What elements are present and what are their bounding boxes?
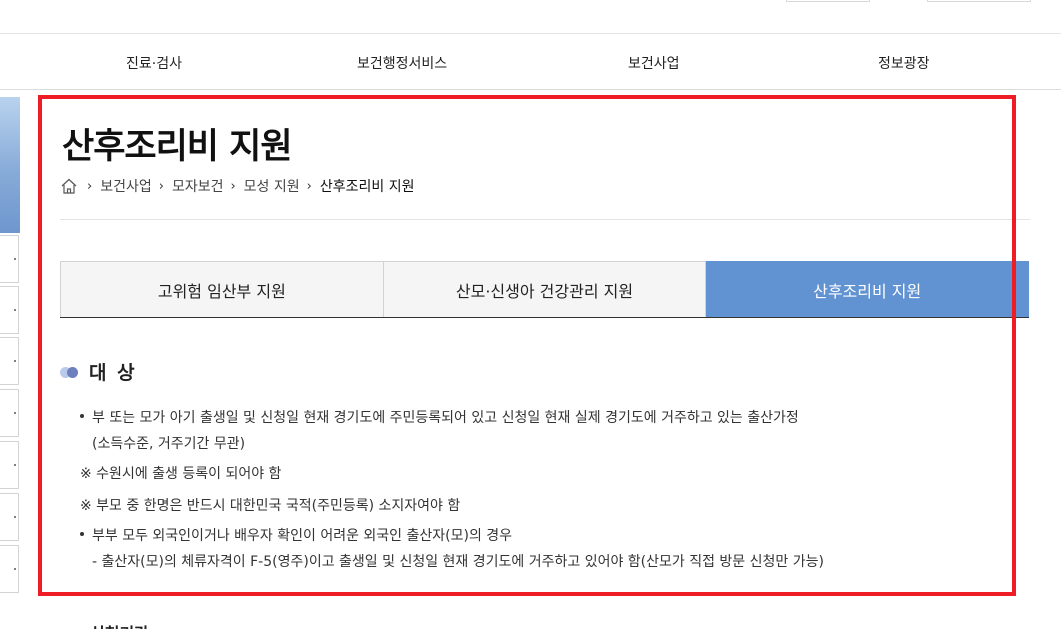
breadcrumb-item-health-project[interactable]: 보건사업 [100,176,152,196]
sidebar-quick-button[interactable] [0,235,19,283]
gnb-item-admin-service[interactable]: 보건행정서비스 [357,34,447,90]
section-title: 대 상 [89,362,137,384]
eligibility-item: 부부 모두 외국인이거나 배우자 확인이 어려운 외국인 출산자(모)의 경우 [79,525,512,545]
breadcrumb-item-maternal-health[interactable]: 모자보건 [172,176,224,196]
breadcrumb-item-maternity-support[interactable]: 모성 지원 [244,176,300,196]
global-nav: 진료·검사 보건행정서비스 보건사업 정보광장 [0,34,1061,90]
highlight-frame [38,95,1016,596]
sidebar-quick-button[interactable] [0,389,19,437]
header-utility-box[interactable] [927,0,1031,2]
eligibility-item: 부 또는 모가 아기 출생일 및 신청일 현재 경기도에 주민등록되어 있고 신… [80,407,799,427]
sidebar-quick-button[interactable] [0,337,19,385]
title-divider [60,219,1030,220]
gnb-item-info-square[interactable]: 정보광장 [878,34,930,90]
gnb-item-medical[interactable]: 진료·검사 [126,34,182,90]
eligibility-remark: ※ 부모 중 한명은 반드시 대한민국 국적(주민등록) 소지자여야 함 [80,498,461,514]
breadcrumb-separator: › [230,178,236,194]
eligibility-remark: ※ 수원시에 출생 등록이 되어야 함 [80,466,282,482]
tab-bar: 고위험 임산부 지원 산모·신생아 건강관리 지원 산후조리비 지원 [60,261,1030,318]
breadcrumb-separator: › [306,178,312,194]
header-utility-box[interactable] [786,0,870,2]
home-icon[interactable] [60,177,78,195]
page-title: 산후조리비 지원 [62,127,293,167]
section-dots-icon [60,366,80,378]
eligibility-item-note: - 출산자(모)의 체류자격이 F-5(영주)이고 출생일 및 신청일 현재 경… [92,554,824,570]
header-top-strip [0,0,1061,34]
sidebar-quick-button[interactable] [0,441,19,489]
next-section-title: 신청기간 [90,620,149,629]
sidebar-banner [0,97,20,233]
tab-postpartum-care-support[interactable]: 산후조리비 지원 [706,261,1030,317]
sidebar-quick-button[interactable] [0,493,19,541]
sidebar-quick-button[interactable] [0,286,19,334]
breadcrumb-separator: › [87,178,93,194]
breadcrumb-separator: › [158,178,164,194]
sidebar-quick-button[interactable] [0,545,19,593]
eligibility-item-note: (소득수준, 거주기간 무관) [92,436,246,452]
tab-high-risk-pregnancy[interactable]: 고위험 임산부 지원 [60,261,384,317]
breadcrumb: › 보건사업 › 모자보건 › 모성 지원 › 산후조리비 지원 [60,176,414,196]
tab-mother-newborn-care[interactable]: 산모·신생아 건강관리 지원 [383,261,707,317]
gnb-item-health-project[interactable]: 보건사업 [628,34,680,90]
breadcrumb-current: 산후조리비 지원 [319,179,415,195]
section-heading: 대 상 [60,358,137,385]
